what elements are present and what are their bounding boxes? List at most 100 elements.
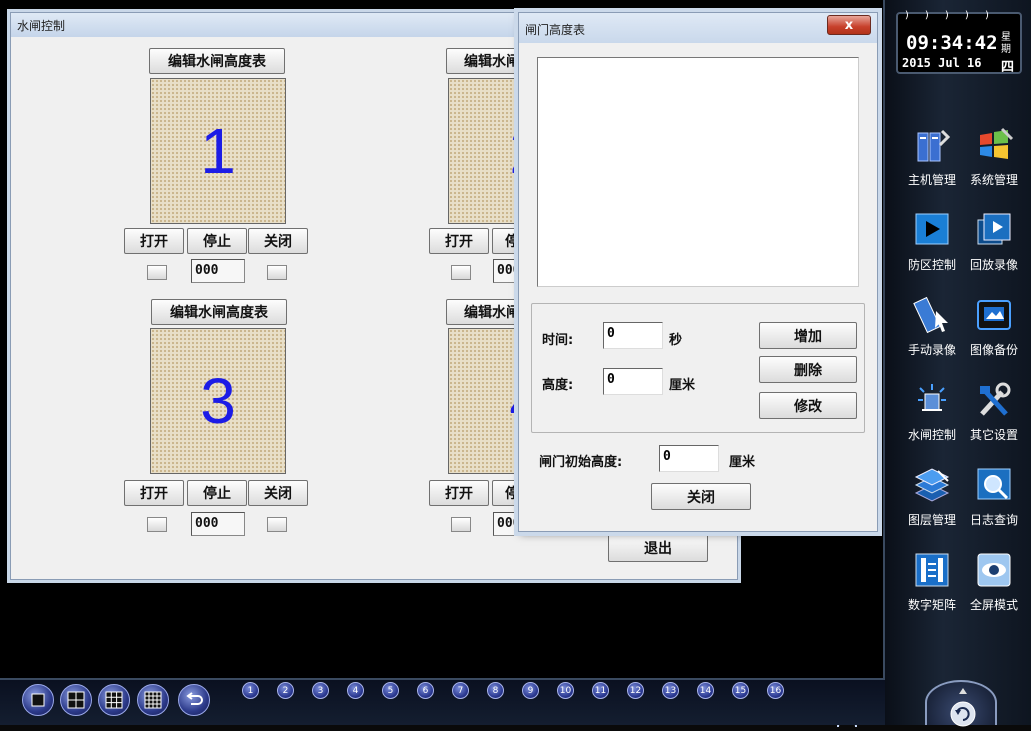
view-4-button[interactable] bbox=[60, 684, 92, 716]
host-icon bbox=[917, 129, 951, 162]
sidebar-item-sluice[interactable]: 水闸控制 bbox=[900, 380, 964, 450]
channel-button[interactable]: 12 bbox=[627, 682, 644, 699]
sidebar-label-image-backup: 图像备份 bbox=[969, 343, 1018, 357]
gate-1-number: 1 bbox=[200, 115, 236, 187]
dialog-close-button[interactable]: 关闭 bbox=[651, 483, 751, 510]
channel-button[interactable]: 13 bbox=[662, 682, 679, 699]
height-table-list[interactable] bbox=[537, 57, 859, 287]
sidebar-item-image-backup[interactable]: 图像备份 bbox=[962, 295, 1026, 365]
playback-icon bbox=[977, 213, 1011, 245]
exit-button[interactable]: 退出 bbox=[608, 534, 708, 562]
gate-1-up-button[interactable] bbox=[267, 265, 287, 280]
time-label: 时间: bbox=[542, 333, 574, 348]
modify-button[interactable]: 修改 bbox=[759, 392, 857, 419]
time-input[interactable]: 0 bbox=[603, 322, 663, 349]
view-1-icon bbox=[31, 693, 45, 707]
dialog-title: 闸门高度表 bbox=[519, 13, 877, 43]
initial-height-input[interactable]: 0 bbox=[659, 445, 719, 472]
sidebar-item-log-search[interactable]: 日志查询 bbox=[962, 465, 1026, 535]
channel-button[interactable]: 7 bbox=[452, 682, 469, 699]
gate-1-height-value: 000 bbox=[191, 259, 245, 283]
gate-1-close-button[interactable]: 关闭 bbox=[248, 228, 308, 254]
edit-gate-4-button[interactable]: 编辑水闸 bbox=[446, 299, 526, 325]
sidebar-item-host[interactable]: 主机管理 bbox=[900, 125, 964, 195]
gate-3-stop-button[interactable]: 停止 bbox=[187, 480, 247, 506]
sidebar-label-zone: 防区控制 bbox=[907, 258, 956, 272]
channel-button[interactable]: 14 bbox=[697, 682, 714, 699]
gate-4-height-value: 000 bbox=[493, 512, 521, 536]
sidebar-item-layers[interactable]: 图层管理 bbox=[900, 465, 964, 535]
view-9-button[interactable] bbox=[98, 684, 130, 716]
sidebar-label-other-settings: 其它设置 bbox=[969, 428, 1018, 442]
channel-button[interactable]: 16 bbox=[767, 682, 784, 699]
sidebar-label-playback: 回放录像 bbox=[969, 258, 1018, 272]
back-button[interactable] bbox=[178, 684, 210, 716]
clock-date: 2015 Jul 16 bbox=[902, 56, 982, 70]
bottom-bar bbox=[0, 680, 885, 725]
gate-4-open-button[interactable]: 打开 bbox=[429, 480, 489, 506]
add-button[interactable]: 增加 bbox=[759, 322, 857, 349]
channel-button[interactable]: 1 bbox=[242, 682, 259, 699]
edit-gate-1-button[interactable]: 编辑水闸高度表 bbox=[149, 48, 285, 74]
gate-3-close-button[interactable]: 关闭 bbox=[248, 480, 308, 506]
view-4-icon bbox=[67, 691, 85, 709]
height-input[interactable]: 0 bbox=[603, 368, 663, 395]
gate-4-panel: 4 bbox=[448, 328, 528, 474]
dialog-close-x-button[interactable]: x bbox=[827, 15, 871, 35]
channel-button[interactable]: 5 bbox=[382, 682, 399, 699]
gate-2-down-button[interactable] bbox=[451, 265, 471, 280]
gate-3-number: 3 bbox=[200, 365, 236, 437]
gate-1-stop-button[interactable]: 停止 bbox=[187, 228, 247, 254]
image-backup-icon bbox=[977, 300, 1011, 330]
gate-2-open-button[interactable]: 打开 bbox=[429, 228, 489, 254]
channel-button[interactable]: 11 bbox=[592, 682, 609, 699]
gate-1-panel: 1 bbox=[150, 78, 286, 224]
sidebar-label-manual-record: 手动录像 bbox=[907, 343, 956, 357]
back-icon bbox=[186, 692, 203, 705]
sidebar-label-layers: 图层管理 bbox=[907, 513, 956, 527]
gate-4-down-button[interactable] bbox=[451, 517, 471, 532]
channel-button[interactable]: 3 bbox=[312, 682, 329, 699]
gate-1-open-button[interactable]: 打开 bbox=[124, 228, 184, 254]
layers-icon bbox=[914, 468, 950, 502]
clock-weekday-prefix-2: 期 bbox=[1001, 44, 1011, 55]
eye-icon bbox=[977, 553, 1011, 587]
sidebar-item-system[interactable]: 系统管理 bbox=[962, 125, 1026, 195]
initial-height-label: 闸门初始高度: bbox=[539, 455, 623, 470]
channel-button[interactable]: 6 bbox=[417, 682, 434, 699]
channel-button[interactable]: 15 bbox=[732, 682, 749, 699]
edit-gate-3-button[interactable]: 编辑水闸高度表 bbox=[151, 299, 287, 325]
channel-button[interactable]: 10 bbox=[557, 682, 574, 699]
sidebar-item-zone[interactable]: 防区控制 bbox=[900, 210, 964, 280]
sidebar-item-matrix[interactable]: 数字矩阵 bbox=[900, 550, 964, 620]
channel-button[interactable]: 8 bbox=[487, 682, 504, 699]
sluice-icon bbox=[918, 384, 946, 411]
view-16-button[interactable] bbox=[137, 684, 169, 716]
ptz-control[interactable] bbox=[925, 680, 997, 727]
channel-button[interactable]: 2 bbox=[277, 682, 294, 699]
gate-height-table-dialog: 闸门高度表 x 时间: 0 秒 高度: 0 厘米 增加 删除 修改 闸门初始高度… bbox=[518, 12, 878, 532]
view-9-icon bbox=[105, 691, 123, 709]
view-16-icon bbox=[144, 691, 162, 709]
delete-button[interactable]: 删除 bbox=[759, 356, 857, 383]
channel-button[interactable]: 9 bbox=[522, 682, 539, 699]
gate-3-open-button[interactable]: 打开 bbox=[124, 480, 184, 506]
view-1-button[interactable] bbox=[22, 684, 54, 716]
clock-ring-decoration: ))))) bbox=[904, 10, 1005, 21]
sidebar-item-playback[interactable]: 回放录像 bbox=[962, 210, 1026, 280]
matrix-icon bbox=[915, 553, 949, 587]
sidebar-item-other-settings[interactable]: 其它设置 bbox=[962, 380, 1026, 450]
gate-1-down-button[interactable] bbox=[147, 265, 167, 280]
sidebar-item-fullscreen[interactable]: 全屏模式 bbox=[962, 550, 1026, 620]
sidebar-item-manual-record[interactable]: 手动录像 bbox=[900, 295, 964, 365]
windows-icon bbox=[980, 127, 1014, 159]
gate-3-down-button[interactable] bbox=[147, 517, 167, 532]
clock-panel: ))))) 09:34:42 2015 Jul 16 星 期 四 bbox=[896, 10, 1022, 75]
gate-3-up-button[interactable] bbox=[267, 517, 287, 532]
tools-icon bbox=[980, 382, 1011, 416]
gate-3-height-value: 000 bbox=[191, 512, 245, 536]
gate-3-panel: 3 bbox=[150, 328, 286, 474]
clock-weekday: 四 bbox=[1001, 60, 1015, 75]
channel-button[interactable]: 4 bbox=[347, 682, 364, 699]
edit-gate-2-button[interactable]: 编辑水闸 bbox=[446, 48, 526, 74]
